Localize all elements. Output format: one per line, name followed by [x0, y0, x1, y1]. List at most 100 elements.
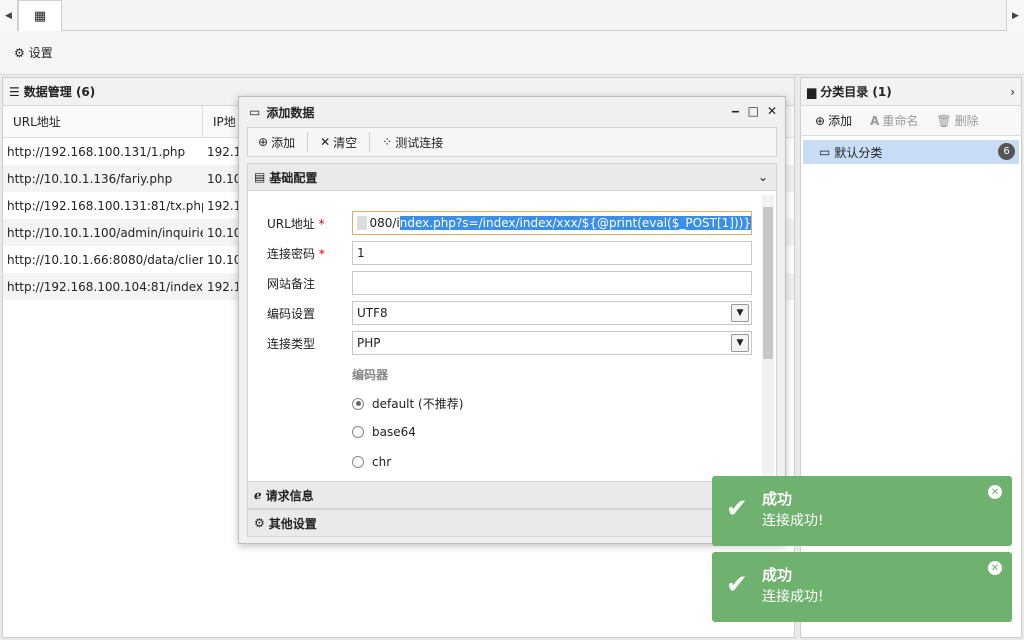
- dialog-title: 添加数据: [266, 105, 315, 120]
- trash-icon: 🗑: [936, 113, 952, 128]
- dialog-toolbar: ⊕ 添加 ✕ 清空 ⁘ 测试连接: [247, 127, 777, 157]
- main-toolbar: [0, 31, 1024, 75]
- row-ip: 10.10: [207, 225, 242, 240]
- folder-icon: ▆: [807, 84, 817, 99]
- encoding-label: 编码设置: [267, 307, 316, 321]
- count-badge: 6: [998, 143, 1015, 160]
- type-value: PHP: [357, 336, 381, 350]
- gear-icon: ⚙: [14, 45, 25, 60]
- minimize-icon[interactable]: ‒: [731, 104, 739, 118]
- plus-circle-icon: ⊕: [258, 135, 269, 149]
- test-label: 测试连接: [395, 135, 444, 150]
- password-field[interactable]: 1: [352, 241, 752, 265]
- test-connection-button[interactable]: ⁘ 测试连接: [382, 132, 455, 152]
- collapse-arrow-icon[interactable]: ›: [1010, 85, 1015, 99]
- category-rename-button[interactable]: A 重命名: [870, 112, 918, 129]
- toast-message: 连接成功!: [762, 513, 824, 529]
- clear-label: 清空: [333, 135, 358, 150]
- section-request-info[interactable]: ℯ 请求信息: [247, 481, 777, 509]
- encoder-default-label: default (不推荐): [372, 397, 464, 411]
- toast-title: 成功: [762, 490, 793, 508]
- maximize-icon[interactable]: □: [748, 104, 759, 118]
- settings-button[interactable]: ⚙ 设置: [14, 44, 53, 61]
- row-url: http://10.10.1.136/fariy.php: [7, 171, 173, 186]
- list-icon: ☰: [9, 84, 20, 99]
- note-field[interactable]: [352, 271, 752, 295]
- close-icon[interactable]: ✕: [767, 104, 777, 118]
- panel-title: 数据管理 (6): [23, 85, 96, 99]
- type-select[interactable]: PHP ▼: [352, 331, 752, 355]
- toast-success: ✔ 成功 连接成功! ✕: [712, 476, 1012, 546]
- encoding-value: UTF8: [357, 306, 388, 320]
- plus-circle-icon: ⊕: [815, 113, 826, 128]
- scrollbar-thumb[interactable]: [763, 207, 773, 359]
- type-label: 连接类型: [267, 337, 316, 351]
- font-icon: A: [870, 113, 880, 128]
- file-icon: ▤: [254, 170, 266, 184]
- category-item-default[interactable]: ▭ 默认分类 6: [803, 140, 1019, 164]
- encoder-label: 编码器: [352, 368, 389, 382]
- toast-success: ✔ 成功 连接成功! ✕: [712, 552, 1012, 622]
- category-toolbar: ⊕ 添加 A 重命名 🗑 删除: [801, 106, 1021, 136]
- row-url: http://10.10.1.66:8080/data/client: [7, 252, 203, 267]
- toast-title: 成功: [762, 566, 793, 584]
- category-header: ▆ 分类目录 (1) ›: [801, 78, 1021, 106]
- password-label: 连接密码 *: [267, 247, 325, 261]
- encoder-radio-default[interactable]: default (不推荐): [352, 395, 463, 412]
- row-ip: 10.10: [207, 171, 242, 186]
- column-header-url[interactable]: URL地址: [3, 106, 203, 137]
- row-url: http://192.168.100.131/1.php: [7, 144, 186, 159]
- close-icon[interactable]: ✕: [988, 561, 1002, 575]
- row-url: http://192.168.100.131:81/tx.php: [7, 198, 203, 213]
- window-icon: ▭: [249, 105, 261, 119]
- category-item-label: 默认分类: [834, 145, 883, 160]
- url-prefix: 080/i: [369, 216, 400, 230]
- scroll-left-icon[interactable]: ◀: [0, 0, 18, 31]
- row-ip: 192.1: [207, 279, 242, 294]
- form-scrollbar[interactable]: [762, 195, 774, 477]
- add-label: 添加: [271, 135, 296, 150]
- row-url: http://10.10.1.100/admin/inquiries: [7, 225, 203, 240]
- category-title: 分类目录 (1): [820, 85, 892, 99]
- scroll-right-icon[interactable]: ▶: [1006, 0, 1024, 31]
- radio-icon: [352, 426, 364, 438]
- check-icon: ✔: [726, 494, 748, 524]
- encoding-select[interactable]: UTF8 ▼: [352, 301, 752, 325]
- section-basic-config[interactable]: ▤ 基础配置 ⌄: [247, 163, 777, 191]
- folder-open-icon: ▭: [819, 145, 831, 159]
- clear-button[interactable]: ✕ 清空: [320, 132, 371, 152]
- encoder-chr-label: chr: [372, 455, 392, 469]
- note-label: 网站备注: [267, 277, 316, 291]
- cogs-icon: ⚙: [254, 516, 265, 530]
- url-field[interactable]: 080/i ndex.php?s=/index/index/xxx/${@pri…: [352, 211, 752, 235]
- chevron-down-icon: ⌄: [757, 170, 768, 184]
- row-ip: 192.1: [207, 198, 242, 213]
- encoder-radio-chr[interactable]: chr: [352, 455, 391, 469]
- category-delete-label: 删除: [954, 114, 979, 128]
- section-request-label: 请求信息: [265, 488, 314, 503]
- encoder-radio-base64[interactable]: base64: [352, 425, 416, 439]
- grid-icon: ▦: [33, 8, 47, 24]
- category-delete-button[interactable]: 🗑 删除: [936, 112, 978, 129]
- radio-icon: [352, 456, 364, 468]
- column-header-ip[interactable]: IP地: [203, 106, 236, 137]
- dialog-title-bar[interactable]: ▭ 添加数据 ‒ □ ✕: [239, 97, 785, 127]
- category-add-button[interactable]: ⊕ 添加: [815, 112, 852, 129]
- row-url: http://192.168.100.104:81/index.p: [7, 279, 203, 294]
- chevron-down-icon: ▼: [731, 304, 749, 322]
- settings-label: 设置: [28, 46, 53, 60]
- x-icon: ✕: [320, 135, 331, 149]
- url-selected-text: ndex.php?s=/index/index/xxx/${@print(eva…: [399, 216, 751, 230]
- section-other-label: 其他设置: [268, 516, 317, 531]
- tab-home[interactable]: ▦: [18, 0, 62, 31]
- add-data-dialog: ▭ 添加数据 ‒ □ ✕ ⊕ 添加 ✕ 清空 ⁘ 测试连接 ▤ 基础配置 ⌄ URL地…: [238, 96, 786, 544]
- encoder-base64-label: base64: [372, 425, 416, 439]
- toast-message: 连接成功!: [762, 589, 824, 605]
- spinner-icon: ⁘: [382, 135, 393, 149]
- tab-strip: [0, 0, 1024, 31]
- close-icon[interactable]: ✕: [988, 485, 1002, 499]
- ie-icon: ℯ: [254, 488, 262, 502]
- add-button[interactable]: ⊕ 添加: [258, 132, 309, 152]
- section-other-settings[interactable]: ⚙ 其他设置: [247, 509, 777, 537]
- section-basic-label: 基础配置: [269, 170, 318, 185]
